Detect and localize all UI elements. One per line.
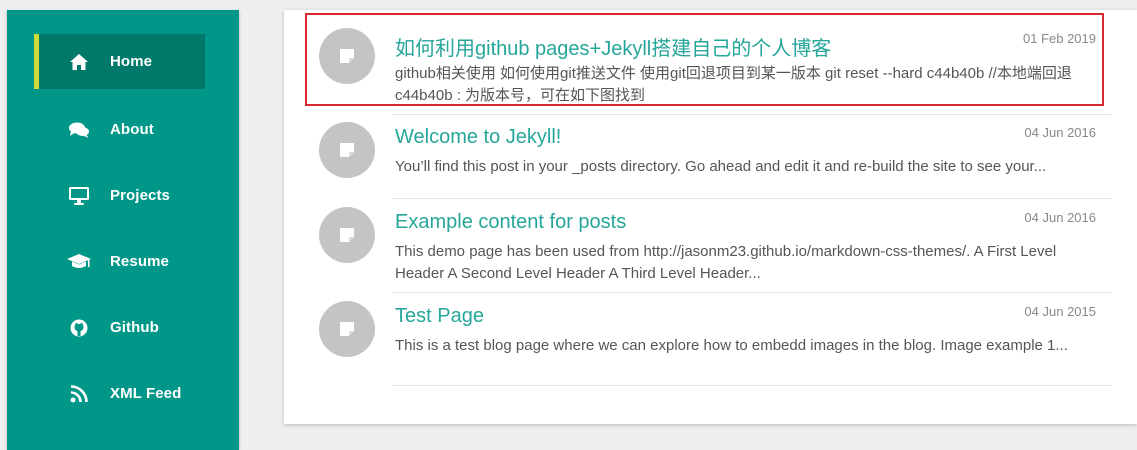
post-date: 04 Jun 2015 <box>1024 304 1096 319</box>
divider <box>392 385 1112 386</box>
post-date: 04 Jun 2016 <box>1024 210 1096 225</box>
sidebar-item-label: Home <box>110 53 153 70</box>
sidebar-item-label: About <box>110 121 154 138</box>
post-excerpt: This is a test blog page where we can ex… <box>395 337 1068 354</box>
sidebar-item-label: Github <box>110 319 159 336</box>
sidebar-item-home[interactable]: Home <box>34 34 205 89</box>
sidebar-item-projects[interactable]: Projects <box>34 168 205 223</box>
post-list: 如何利用github pages+Jekyll搭建自己的个人博客 01 Feb … <box>284 10 1137 424</box>
post-title[interactable]: Welcome to Jekyll! <box>395 126 561 149</box>
post-excerpt: This demo page has been used from http:/… <box>395 243 1057 282</box>
sidebar-item-about[interactable]: About <box>34 102 205 157</box>
sidebar-item-github[interactable]: Github <box>34 300 205 355</box>
post-date: 04 Jun 2016 <box>1024 125 1096 140</box>
post-excerpt: You’ll find this post in your _posts dir… <box>395 158 1047 175</box>
note-icon <box>319 301 375 357</box>
note-icon <box>319 122 375 178</box>
github-icon <box>66 316 92 340</box>
post-title[interactable]: Test Page <box>395 305 484 328</box>
divider <box>392 292 1112 293</box>
note-icon <box>319 207 375 263</box>
divider <box>392 114 1112 115</box>
post-excerpt: github相关使用 如何使用git推送文件 使用git回退项目到某一版本 gi… <box>395 65 1072 104</box>
post-title[interactable]: Example content for posts <box>395 211 626 234</box>
sidebar-item-label: Projects <box>110 187 170 204</box>
comments-icon <box>66 118 92 142</box>
sidebar-item-xml-feed[interactable]: XML Feed <box>34 366 205 421</box>
sidebar-item-label: Resume <box>110 253 169 270</box>
sidebar: Home About Projects Resume Github XML Fe… <box>7 10 239 450</box>
divider <box>392 198 1112 199</box>
note-icon <box>319 28 375 84</box>
rss-icon <box>66 382 92 406</box>
home-icon <box>66 50 92 74</box>
sidebar-item-resume[interactable]: Resume <box>34 234 205 289</box>
post-title[interactable]: 如何利用github pages+Jekyll搭建自己的个人博客 <box>395 32 831 61</box>
monitor-icon <box>66 184 92 208</box>
graduation-cap-icon <box>66 250 92 274</box>
post-date: 01 Feb 2019 <box>1022 31 1096 46</box>
sidebar-item-label: XML Feed <box>110 385 182 402</box>
